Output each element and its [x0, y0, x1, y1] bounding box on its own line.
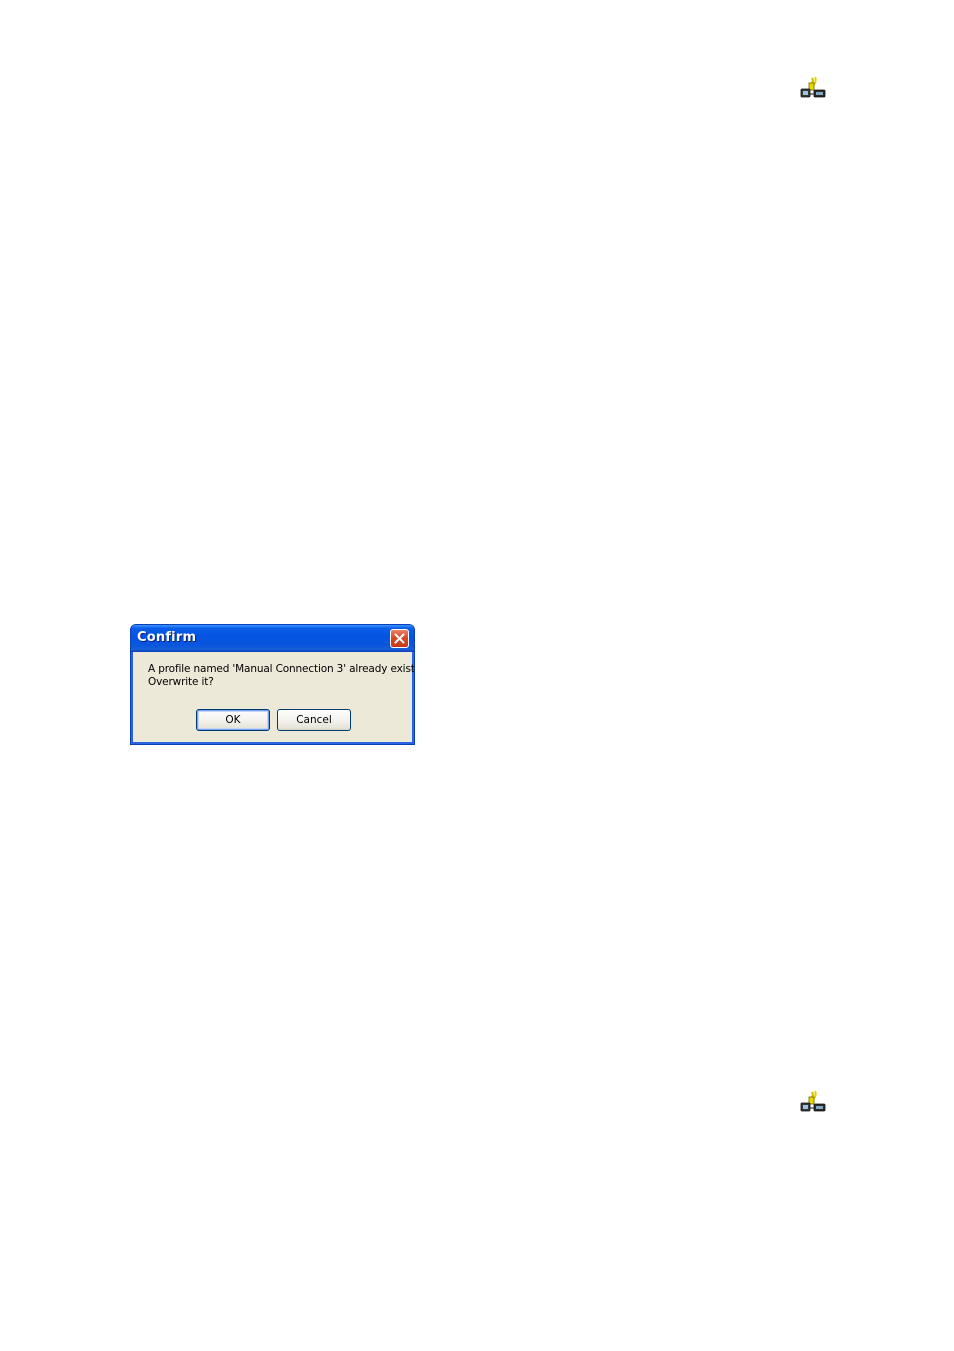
dialog-message: A profile named 'Manual Connection 3' al… — [148, 663, 415, 689]
wireless-utility-icon[interactable] — [800, 1090, 826, 1113]
close-icon — [394, 633, 405, 644]
ok-button[interactable]: OK — [196, 709, 270, 731]
dialog-title: Confirm — [137, 630, 197, 645]
cancel-button[interactable]: Cancel — [277, 709, 351, 731]
confirm-dialog: Confirm A profile named 'Manual Connecti… — [130, 624, 415, 745]
dialog-titlebar[interactable]: Confirm — [131, 625, 414, 652]
dialog-body: A profile named 'Manual Connection 3' al… — [134, 652, 415, 741]
wireless-utility-icon[interactable] — [800, 76, 826, 99]
close-button[interactable] — [390, 629, 409, 648]
message-line: A profile named 'Manual Connection 3' al… — [148, 663, 415, 675]
message-line: Overwrite it? — [148, 676, 214, 688]
